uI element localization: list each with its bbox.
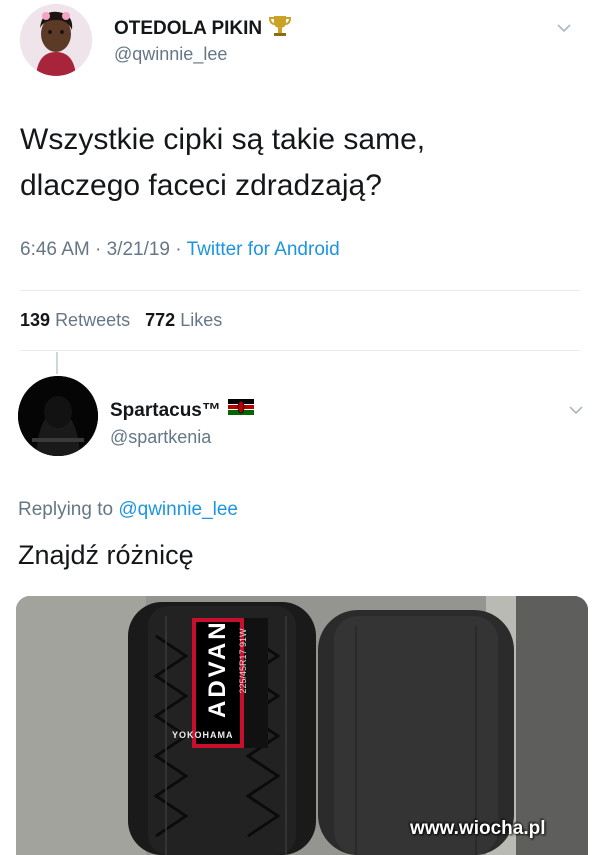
tweet-meta: 6:46 AM · 3/21/19 · Twitter for Android (20, 239, 340, 261)
tweet-stats: 139 Retweets 772 Likes (20, 310, 222, 331)
retweets-stat[interactable]: 139 Retweets (20, 310, 135, 330)
likes-label: Likes (180, 310, 223, 330)
trophy-icon (269, 14, 292, 44)
author-name[interactable]: OTEDOLA PIKIN (114, 14, 292, 44)
replying-to-handle-link[interactable]: @qwinnie_lee (118, 499, 238, 520)
replying-to: Replying to @qwinnie_lee (18, 499, 238, 521)
tweet-text-line2: dlaczego faceci zdradzają? (20, 169, 382, 202)
replying-to-label: Replying to (18, 499, 114, 520)
thread-line (56, 352, 58, 374)
likes-count: 772 (145, 310, 176, 330)
tire-size-label: 225/45R17 91W (238, 628, 248, 694)
retweets-label: Retweets (55, 310, 131, 330)
tweet-text-line1: Wszystkie cipki są takie same, (20, 123, 426, 156)
tweet-text: Wszystkie cipki są takie same, dlaczego … (20, 117, 425, 209)
divider (20, 350, 580, 351)
likes-stat[interactable]: 772 Likes (145, 310, 222, 330)
watermark: www.wiocha.pl (410, 818, 546, 839)
chevron-down-icon[interactable] (568, 402, 584, 418)
reply-photo[interactable]: ADVAN 225/45R17 91W YOKOHAMA www.wiocha.… (16, 596, 588, 855)
reply-author-name[interactable]: Spartacus™ (110, 399, 255, 422)
retweets-count: 139 (20, 310, 51, 330)
author-avatar[interactable] (20, 4, 92, 76)
meta-separator: · (95, 239, 107, 260)
tire-brand-label: ADVAN (204, 619, 231, 718)
kenya-flag-icon (228, 399, 255, 421)
reply-text: Znajdź różnicę (18, 540, 194, 570)
meta-separator: · (175, 239, 187, 260)
tweet-time: 6:46 AM (20, 239, 90, 260)
reply-avatar[interactable] (18, 376, 98, 456)
divider (20, 290, 580, 291)
tweet-date: 3/21/19 (106, 239, 171, 260)
reply-author-handle[interactable]: @spartkenia (110, 427, 211, 448)
chevron-down-icon[interactable] (556, 20, 572, 36)
tire-maker-label: YOKOHAMA (172, 730, 234, 740)
reply-author-name-text[interactable]: Spartacus™ (110, 400, 221, 421)
author-name-text[interactable]: OTEDOLA PIKIN (114, 18, 262, 39)
tweet-source-link[interactable]: Twitter for Android (187, 239, 340, 260)
tires-photo-illustration (16, 596, 588, 855)
author-handle[interactable]: @qwinnie_lee (114, 44, 227, 65)
